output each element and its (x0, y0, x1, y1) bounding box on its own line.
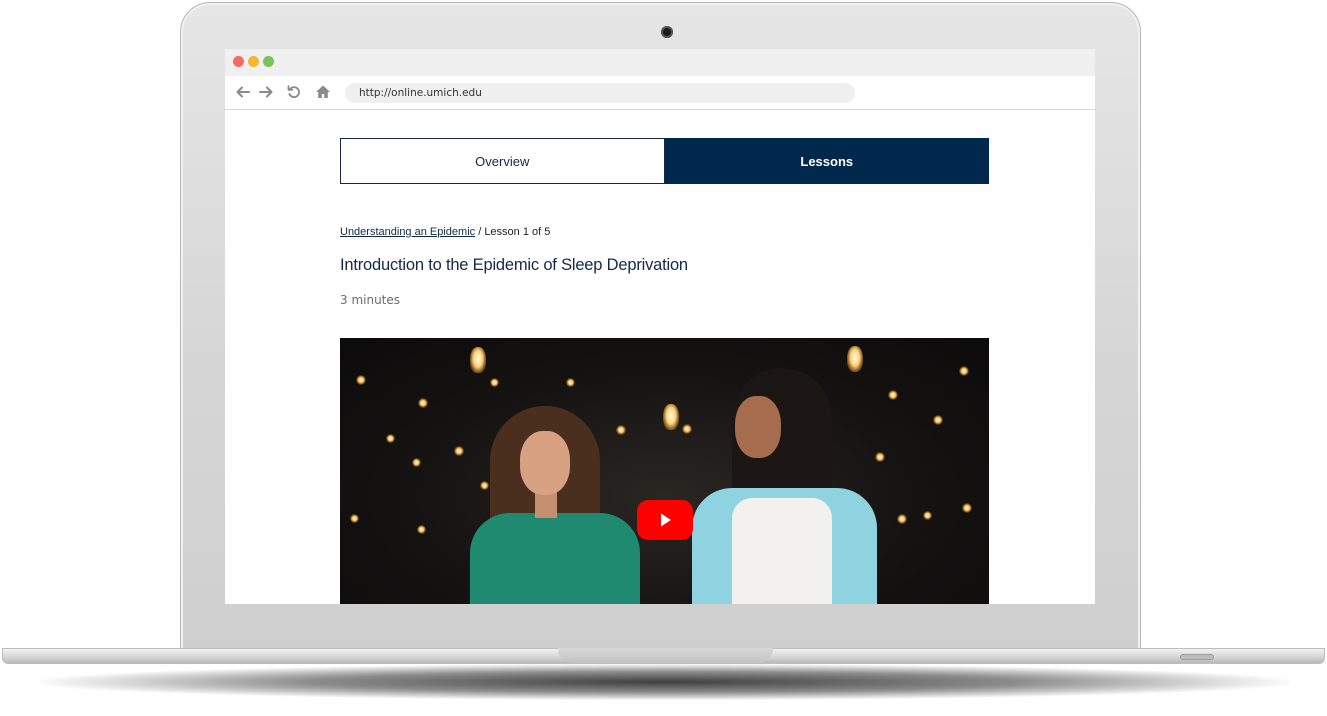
tab-overview-label: Overview (475, 153, 530, 169)
laptop-notch (558, 648, 773, 663)
light-bulb (356, 375, 366, 385)
home-icon[interactable] (314, 83, 332, 101)
light-bulb (418, 398, 428, 408)
play-button[interactable] (637, 500, 693, 540)
light-bulb (962, 503, 972, 513)
tab-lessons-label: Lessons (800, 153, 854, 169)
maximize-window-dot[interactable] (263, 56, 274, 67)
breadcrumb-lesson-position: Lesson 1 of 5 (484, 226, 551, 238)
browser-titlebar (225, 49, 1095, 76)
minimize-window-dot[interactable] (248, 56, 259, 67)
light-bulb (959, 366, 969, 376)
laptop-shadow (40, 664, 1290, 700)
lesson-title: Introduction to the Epidemic of Sleep De… (340, 256, 688, 274)
light-bulb (386, 434, 395, 443)
light-bulb (897, 514, 907, 524)
breadcrumb: Understanding an Epidemic / Lesson 1 of … (340, 226, 550, 238)
webcam (661, 26, 673, 38)
light-bulb (480, 481, 489, 490)
light-bulb (933, 415, 943, 425)
light-bulb (412, 458, 421, 467)
light-bulb (350, 514, 359, 523)
address-bar[interactable]: http://online.umich.edu (345, 83, 855, 103)
edison-bulb (663, 404, 679, 430)
breadcrumb-course-link[interactable]: Understanding an Epidemic (340, 226, 475, 238)
reload-icon[interactable] (285, 83, 303, 101)
edison-bulb (847, 346, 863, 372)
browser-window: http://online.umich.edu Overview Lessons… (225, 49, 1095, 604)
light-bulb (682, 424, 692, 434)
light-bulb (888, 390, 898, 400)
play-icon (661, 513, 671, 527)
browser-toolbar: http://online.umich.edu (225, 76, 1095, 110)
url-text: http://online.umich.edu (359, 87, 482, 99)
light-bulb (566, 378, 575, 387)
tab-overview[interactable]: Overview (340, 138, 665, 184)
light-bulb (875, 452, 885, 462)
lesson-duration: 3 minutes (340, 293, 401, 307)
light-bulb (454, 446, 464, 456)
light-bulb (923, 511, 932, 520)
light-bulb (417, 525, 426, 534)
light-bulb (490, 378, 499, 387)
video-player[interactable] (340, 338, 989, 604)
edison-bulb (470, 347, 486, 373)
tab-lessons[interactable]: Lessons (664, 138, 989, 184)
laptop-port (1180, 654, 1214, 660)
back-arrow-icon[interactable] (234, 83, 252, 101)
breadcrumb-separator: / (475, 226, 485, 238)
course-tabs: Overview Lessons (340, 138, 989, 184)
light-bulb (616, 425, 626, 435)
forward-arrow-icon[interactable] (257, 83, 275, 101)
close-window-dot[interactable] (233, 56, 244, 67)
